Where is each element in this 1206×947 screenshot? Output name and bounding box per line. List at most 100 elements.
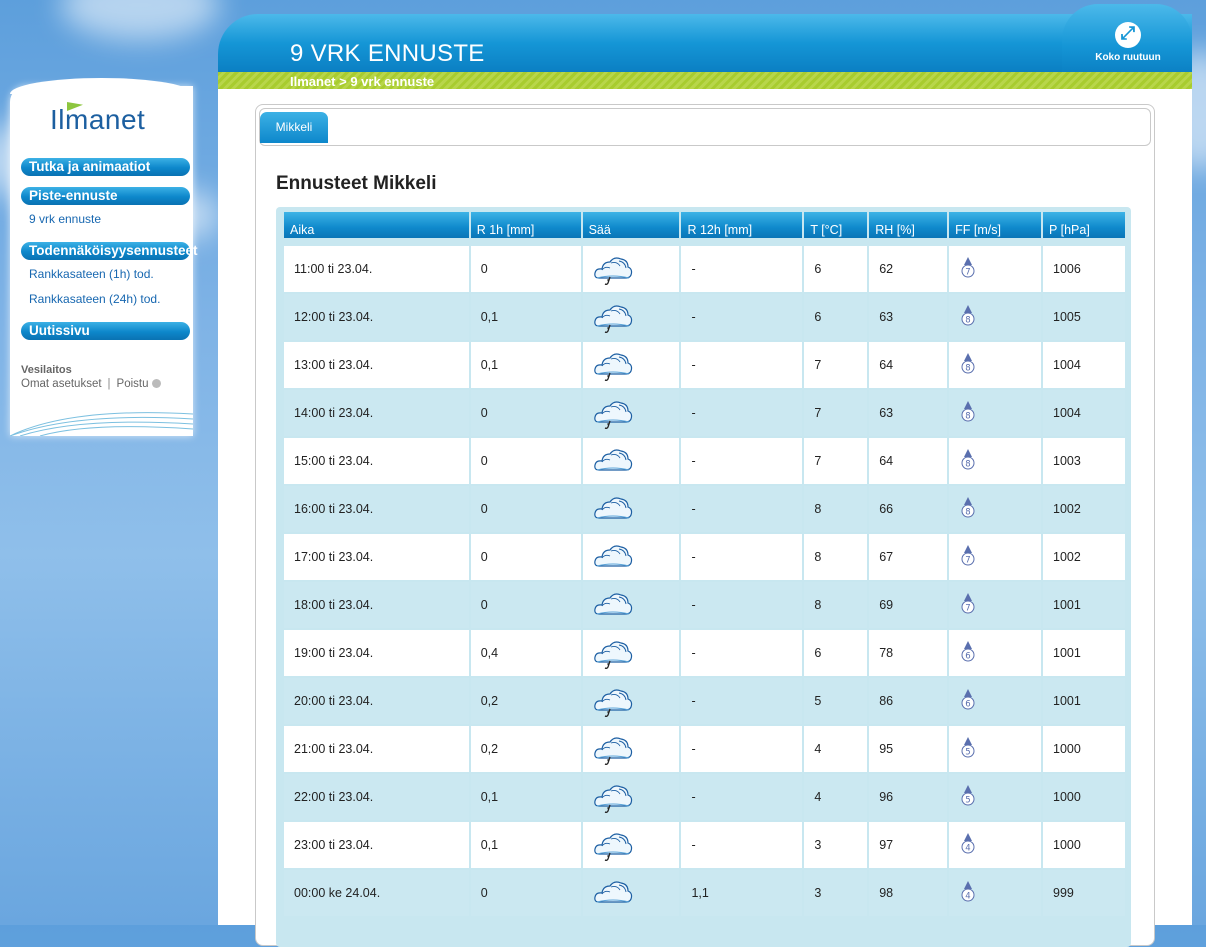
svg-text:7: 7: [965, 556, 970, 566]
wind-arrow-icon: 7: [959, 545, 977, 566]
humidity-cell: 63: [869, 294, 948, 342]
fullscreen-icon: [1115, 22, 1141, 48]
tab-mikkeli[interactable]: Mikkeli: [260, 112, 328, 143]
nav-news[interactable]: Uutissivu: [21, 322, 190, 340]
wind-arrow-icon: 5: [959, 785, 977, 806]
temperature-cell: 6: [804, 238, 868, 294]
humidity-cell: 64: [869, 438, 948, 486]
decorative-waves: [10, 412, 193, 436]
organization-name: Vesilaitos: [21, 364, 72, 376]
nav-point-forecast[interactable]: Piste-ennuste: [21, 187, 190, 205]
time-cell: 21:00 ti 23.04.: [284, 726, 469, 774]
column-header-rain-1h: R 1h [mm]: [470, 212, 581, 238]
nav-9day-forecast[interactable]: 9 vrk ennuste: [29, 212, 101, 226]
humidity-cell: 98: [869, 870, 948, 918]
nav-heavy-rain-1h[interactable]: Rankkasateen (1h) tod.: [29, 267, 154, 281]
time-cell: 22:00 ti 23.04.: [284, 774, 469, 822]
logout-link[interactable]: Poistu: [117, 378, 149, 390]
wind-cell: 4: [949, 870, 1042, 918]
wind-arrow-icon: 4: [959, 833, 977, 854]
humidity-cell: 63: [869, 390, 948, 438]
wind-arrow-icon: 8: [959, 353, 977, 374]
wind-cell: 6: [949, 630, 1042, 678]
weather-cell: [582, 774, 680, 822]
column-header-wind: FF [m/s]: [949, 212, 1042, 238]
weather-cell: [582, 678, 680, 726]
rain-1h-cell: 0: [470, 870, 581, 918]
ilmanet-logo[interactable]: Ilmanet: [50, 102, 146, 136]
cloud-drizzle-icon: [593, 353, 633, 381]
page-title: 9 VRK ENNUSTE: [290, 40, 485, 67]
wind-cell: 8: [949, 390, 1042, 438]
time-cell: 19:00 ti 23.04.: [284, 630, 469, 678]
temperature-cell: 8: [804, 582, 868, 630]
time-cell: 14:00 ti 23.04.: [284, 390, 469, 438]
column-header-weather: Sää: [582, 212, 680, 238]
fullscreen-button[interactable]: Koko ruutuun: [1093, 22, 1163, 63]
nav-heavy-rain-24h[interactable]: Rankkasateen (24h) tod.: [29, 292, 160, 306]
time-cell: 12:00 ti 23.04.: [284, 294, 469, 342]
temperature-cell: 6: [804, 294, 868, 342]
weather-cell: [582, 870, 680, 918]
svg-text:7: 7: [965, 268, 970, 278]
time-cell: 00:00 ke 24.04.: [284, 870, 469, 918]
svg-text:8: 8: [965, 364, 970, 374]
wind-cell: 7: [949, 534, 1042, 582]
cloud-drizzle-icon: [593, 833, 633, 861]
wind-cell: 6: [949, 678, 1042, 726]
wind-arrow-icon: 6: [959, 641, 977, 662]
rain-1h-cell: 0,1: [470, 774, 581, 822]
table-row: 18:00 ti 23.04. 0 -8 69 7 1001: [284, 582, 1125, 630]
table-row: 00:00 ke 24.04. 0 1,1 3 98 4 999: [284, 870, 1125, 918]
cloud-drizzle-icon: [593, 785, 633, 813]
logout-icon[interactable]: [151, 379, 161, 389]
table-row: 11:00 ti 23.04. 0 -6 62 7 1006: [284, 238, 1125, 294]
svg-text:4: 4: [965, 844, 970, 854]
cloud-drizzle-icon: [593, 737, 633, 765]
wind-arrow-icon: 5: [959, 737, 977, 758]
rain-1h-cell: 0,1: [470, 342, 581, 390]
temperature-cell: 7: [804, 342, 868, 390]
rain-12h-cell: -: [681, 726, 803, 774]
svg-text:5: 5: [965, 748, 970, 758]
weather-cell: [582, 390, 680, 438]
time-cell: 13:00 ti 23.04.: [284, 342, 469, 390]
svg-text:6: 6: [965, 700, 970, 710]
wind-arrow-icon: 4: [959, 881, 977, 902]
wind-arrow-icon: 8: [959, 401, 977, 422]
own-settings-link[interactable]: Omat asetukset: [21, 378, 102, 390]
cloud-icon: [593, 497, 633, 519]
breadcrumb[interactable]: Ilmanet > 9 vrk ennuste: [290, 74, 434, 89]
pressure-cell: 1001: [1043, 630, 1125, 678]
wind-arrow-icon: 8: [959, 305, 977, 326]
svg-text:8: 8: [965, 460, 970, 470]
humidity-cell: 64: [869, 342, 948, 390]
weather-cell: [582, 294, 680, 342]
table-row: 12:00 ti 23.04. 0,1 -6 63 8 1005: [284, 294, 1125, 342]
logo-text: Ilmanet: [50, 104, 146, 135]
humidity-cell: 86: [869, 678, 948, 726]
time-cell: 20:00 ti 23.04.: [284, 678, 469, 726]
temperature-cell: 5: [804, 678, 868, 726]
rain-12h-cell: -: [681, 342, 803, 390]
svg-text:8: 8: [965, 508, 970, 518]
humidity-cell: 67: [869, 534, 948, 582]
nav-animations[interactable]: Tutka ja animaatiot: [21, 158, 190, 176]
rain-1h-cell: 0: [470, 238, 581, 294]
table-row: 17:00 ti 23.04. 0 -8 67 7 1002: [284, 534, 1125, 582]
rain-12h-cell: -: [681, 678, 803, 726]
wind-cell: 5: [949, 726, 1042, 774]
table-row: 16:00 ti 23.04. 0-8 66 8 1002: [284, 486, 1125, 534]
temperature-cell: 4: [804, 774, 868, 822]
table-row: 23:00 ti 23.04. 0,1 -3 97 4 1000: [284, 822, 1125, 870]
cloud-icon: [593, 449, 633, 471]
rain-12h-cell: -: [681, 294, 803, 342]
rain-12h-cell: 1,1: [681, 870, 803, 918]
nav-probability-forecasts[interactable]: Todennäköisyysennusteet: [21, 242, 198, 260]
wind-arrow-icon: 7: [959, 593, 977, 614]
column-header-temperature: T [°C]: [804, 212, 868, 238]
temperature-cell: 3: [804, 870, 868, 918]
rain-1h-cell: 0: [470, 582, 581, 630]
pressure-cell: 1005: [1043, 294, 1125, 342]
column-header-time: Aika: [284, 212, 469, 238]
